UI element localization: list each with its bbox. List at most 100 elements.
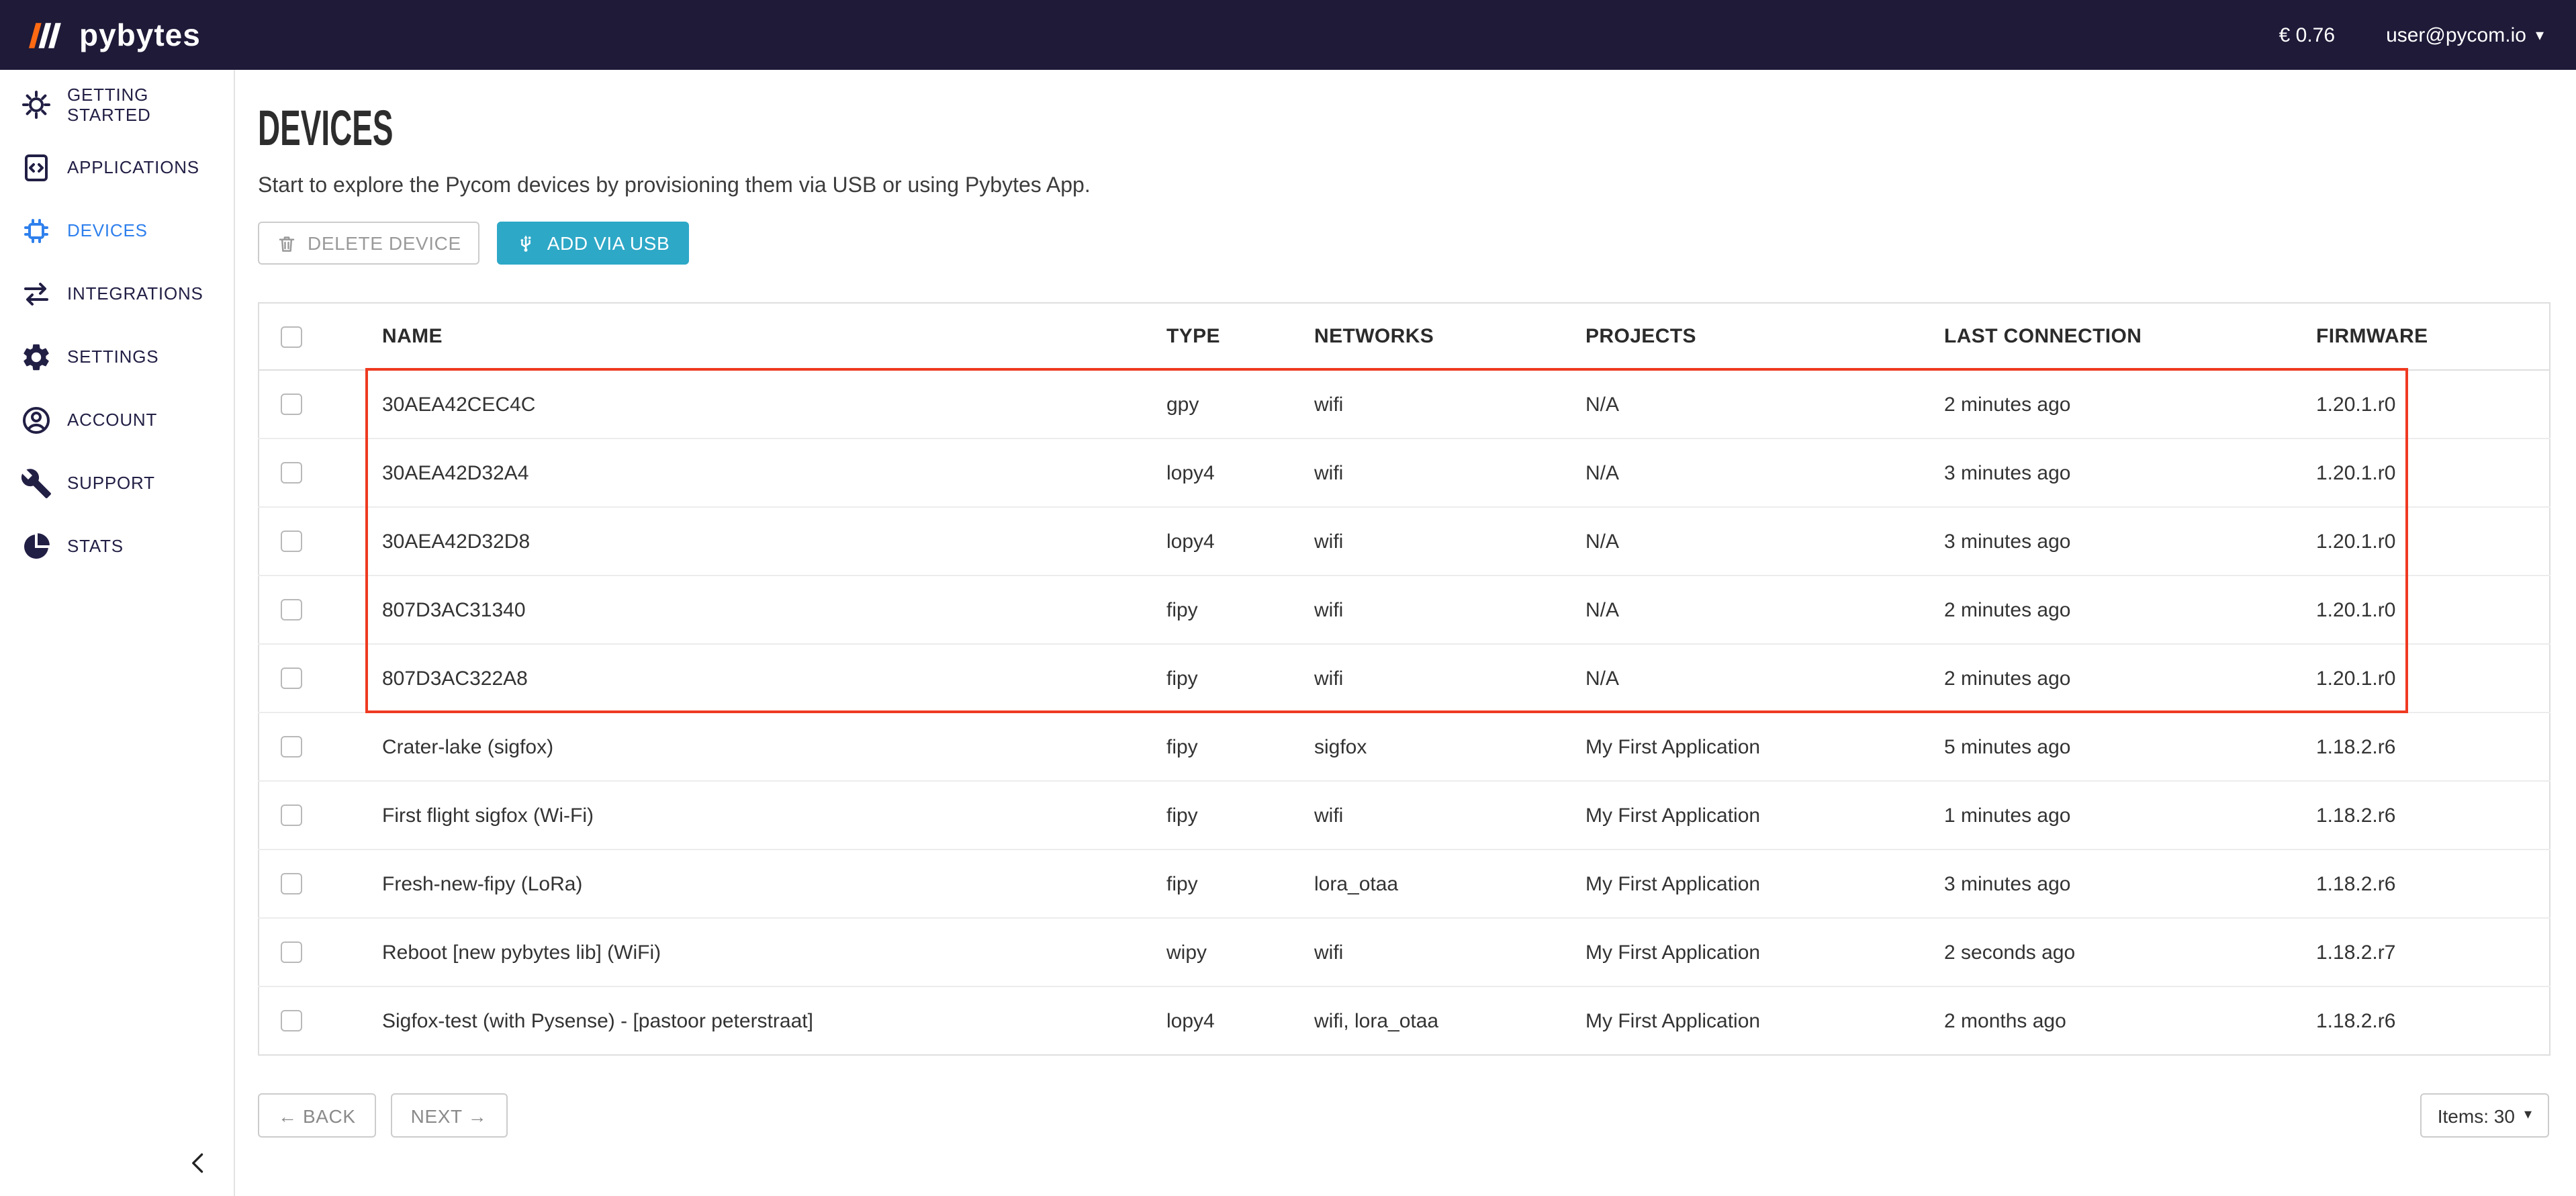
device-networks: wifi	[1298, 507, 1569, 576]
user-menu[interactable]: user@pycom.io ▾	[2386, 24, 2544, 46]
applications-icon	[20, 151, 52, 183]
row-checkbox[interactable]	[281, 1010, 302, 1031]
device-type: fipy	[1150, 781, 1298, 849]
add-via-usb-label: ADD VIA USB	[547, 232, 670, 254]
device-row: 30AEA42D32A4 lopy4 wifi N/A 3 minutes ag…	[259, 439, 2550, 507]
sidebar-item-account[interactable]: ACCOUNT	[0, 388, 234, 451]
row-checkbox[interactable]	[281, 736, 302, 757]
row-checkbox[interactable]	[281, 873, 302, 894]
add-via-usb-button[interactable]: ADD VIA USB	[498, 222, 688, 265]
row-checkbox[interactable]	[281, 531, 302, 552]
device-projects: My First Application	[1569, 986, 1928, 1055]
device-row: Reboot [new pybytes lib] (WiFi) wipy wif…	[259, 918, 2550, 986]
col-header-networks: NETWORKS	[1298, 303, 1569, 370]
device-last-connection: 1 minutes ago	[1928, 781, 2300, 849]
device-projects: My First Application	[1569, 918, 1928, 986]
pagination: ← BACK NEXT → Items: 30 ▾	[258, 1093, 2549, 1138]
device-last-connection: 3 minutes ago	[1928, 507, 2300, 576]
device-firmware: 1.20.1.r0	[2300, 439, 2550, 507]
device-row: 807D3AC322A8 fipy wifi N/A 2 minutes ago…	[259, 644, 2550, 712]
device-firmware: 1.20.1.r0	[2300, 507, 2550, 576]
integrations-icon	[20, 277, 52, 310]
sidebar-item-support[interactable]: SUPPORT	[0, 451, 234, 514]
device-last-connection: 5 minutes ago	[1928, 712, 2300, 781]
row-checkbox[interactable]	[281, 941, 302, 963]
table-header-row: NAME TYPE NETWORKS PROJECTS LAST CONNECT…	[259, 303, 2550, 370]
trash-icon	[277, 233, 297, 253]
back-button[interactable]: ← BACK	[258, 1093, 376, 1138]
device-projects: N/A	[1569, 644, 1928, 712]
device-type: gpy	[1150, 370, 1298, 439]
topbar: pybytes € 0.76 user@pycom.io ▾	[0, 0, 2576, 70]
device-firmware: 1.18.2.r6	[2300, 712, 2550, 781]
sidebar-item-applications[interactable]: APPLICATIONS	[0, 136, 234, 199]
row-checkbox[interactable]	[281, 394, 302, 415]
device-firmware: 1.18.2.r7	[2300, 918, 2550, 986]
device-firmware: 1.18.2.r6	[2300, 849, 2550, 918]
device-firmware: 1.20.1.r0	[2300, 370, 2550, 439]
toolbar: DELETE DEVICE ADD VIA USB	[258, 222, 2550, 265]
sidebar-item-stats[interactable]: STATS	[0, 514, 234, 578]
pybytes-home-link[interactable]: pybytes	[27, 17, 201, 53]
select-all-checkbox[interactable]	[281, 326, 302, 347]
shell: GETTING STARTED APPLICATIONS DEVICES INT…	[0, 70, 2576, 1196]
col-header-projects: PROJECTS	[1569, 303, 1928, 370]
device-type: fipy	[1150, 712, 1298, 781]
row-checkbox[interactable]	[281, 599, 302, 620]
topbar-right: € 0.76 user@pycom.io ▾	[2279, 24, 2544, 46]
main-content: DEVICES Start to explore the Pycom devic…	[235, 70, 2576, 1196]
device-projects: My First Application	[1569, 712, 1928, 781]
delete-device-button[interactable]: DELETE DEVICE	[258, 222, 480, 265]
usb-icon	[516, 233, 537, 253]
device-firmware: 1.20.1.r0	[2300, 644, 2550, 712]
device-networks: wifi	[1298, 781, 1569, 849]
sidebar-item-integrations[interactable]: INTEGRATIONS	[0, 262, 234, 325]
items-per-page-label: Items: 30	[2438, 1105, 2515, 1126]
brand-name: pybytes	[79, 17, 201, 53]
device-projects: My First Application	[1569, 849, 1928, 918]
device-networks: wifi	[1298, 918, 1569, 986]
device-networks: lora_otaa	[1298, 849, 1569, 918]
col-header-type: TYPE	[1150, 303, 1298, 370]
device-row: 30AEA42D32D8 lopy4 wifi N/A 3 minutes ag…	[259, 507, 2550, 576]
row-checkbox[interactable]	[281, 668, 302, 689]
device-name: 807D3AC322A8	[366, 644, 1150, 712]
device-name: Fresh-new-fipy (LoRa)	[366, 849, 1150, 918]
device-last-connection: 2 months ago	[1928, 986, 2300, 1055]
sidebar-collapse-button[interactable]	[183, 1148, 215, 1180]
sidebar-item-devices[interactable]: DEVICES	[0, 199, 234, 262]
device-name: First flight sigfox (Wi-Fi)	[366, 781, 1150, 849]
device-last-connection: 2 seconds ago	[1928, 918, 2300, 986]
user-email: user@pycom.io	[2386, 24, 2526, 46]
device-networks: wifi	[1298, 644, 1569, 712]
device-projects: N/A	[1569, 576, 1928, 644]
device-projects: N/A	[1569, 439, 1928, 507]
device-name: Sigfox-test (with Pysense) - [pastoor pe…	[366, 986, 1150, 1055]
device-firmware: 1.18.2.r6	[2300, 986, 2550, 1055]
chip-icon	[20, 214, 52, 246]
app: pybytes € 0.76 user@pycom.io ▾ GETTING S…	[0, 0, 2576, 1196]
sidebar-item-getting-started[interactable]: GETTING STARTED	[0, 73, 234, 136]
items-per-page-button[interactable]: Items: 30 ▾	[2420, 1093, 2549, 1138]
next-button[interactable]: NEXT →	[391, 1093, 508, 1138]
device-networks: wifi	[1298, 370, 1569, 439]
device-name: 30AEA42D32D8	[366, 507, 1150, 576]
device-row: 807D3AC31340 fipy wifi N/A 2 minutes ago…	[259, 576, 2550, 644]
caret-down-icon: ▾	[2536, 27, 2544, 43]
caret-down-icon: ▾	[2524, 1108, 2532, 1123]
device-last-connection: 2 minutes ago	[1928, 644, 2300, 712]
device-type: lopy4	[1150, 986, 1298, 1055]
device-firmware: 1.18.2.r6	[2300, 781, 2550, 849]
device-type: fipy	[1150, 644, 1298, 712]
device-last-connection: 3 minutes ago	[1928, 439, 2300, 507]
col-header-firmware: FIRMWARE	[2300, 303, 2550, 370]
sidebar-item-settings[interactable]: SETTINGS	[0, 325, 234, 388]
device-type: fipy	[1150, 849, 1298, 918]
col-header-name: NAME	[366, 303, 1150, 370]
device-name: 30AEA42D32A4	[366, 439, 1150, 507]
row-checkbox[interactable]	[281, 462, 302, 484]
pie-chart-icon	[20, 530, 52, 562]
device-networks: wifi	[1298, 439, 1569, 507]
account-balance: € 0.76	[2279, 24, 2335, 46]
row-checkbox[interactable]	[281, 804, 302, 826]
